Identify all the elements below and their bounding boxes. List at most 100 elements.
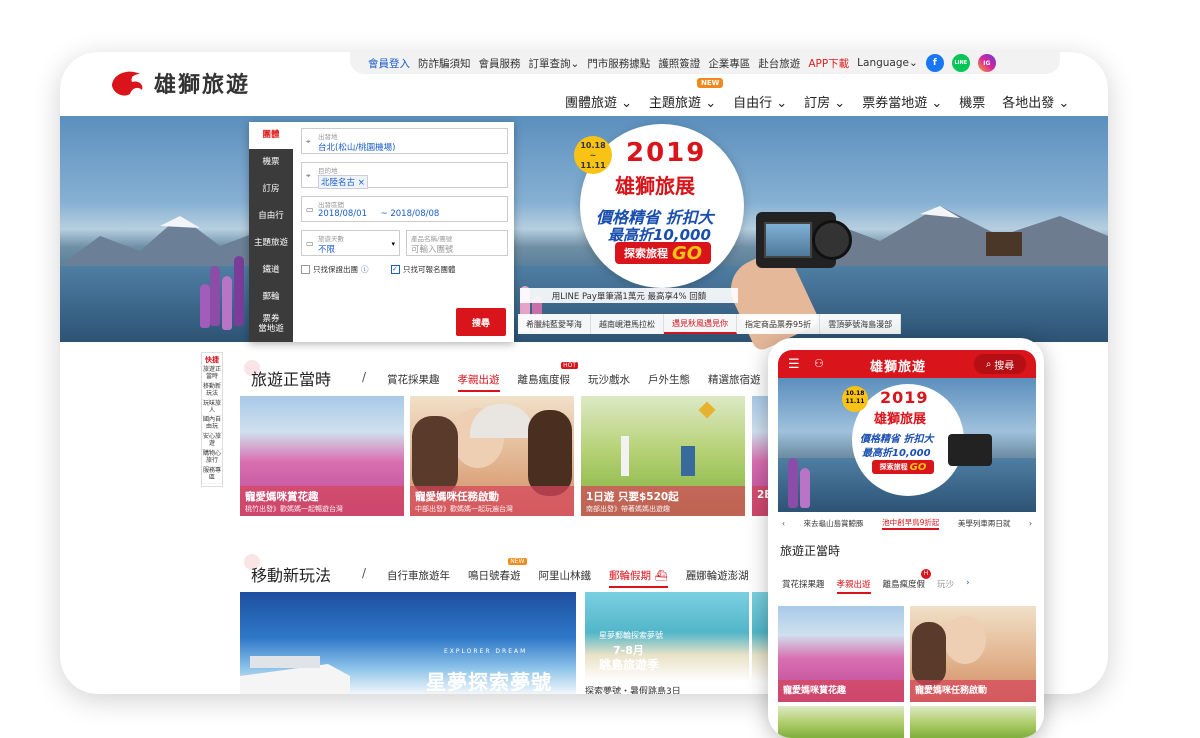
fraud-notice-link[interactable]: 防詐騙須知: [418, 56, 471, 71]
nav-tickets[interactable]: 票券當地遊 ⌄: [862, 92, 942, 111]
tab-group-tour[interactable]: 團體: [249, 122, 293, 149]
daughter: [912, 622, 946, 686]
quick-nav-item[interactable]: 移動新玩法: [202, 383, 222, 400]
nav-free-travel[interactable]: 自由行 ⌄: [733, 92, 787, 111]
tour-card[interactable]: 1日遊 只要$520起 南部出發》帶著媽媽出遊趣: [581, 396, 745, 516]
category-tab[interactable]: 孝親出遊: [457, 372, 500, 392]
beach-caption[interactable]: 探索夢號・暑假跳島3日: [585, 684, 681, 694]
origin-field[interactable]: ⌖ 出發地 台北(松山/桃園機場): [301, 128, 508, 154]
language-select[interactable]: Language⌄: [857, 57, 918, 69]
search-category-tabs: 團體 機票 訂房 自由行 主題旅遊 鐵道 郵輪 票券 當地遊: [249, 122, 293, 342]
category-tab[interactable]: 麗娜輪遊澎湖: [686, 568, 749, 588]
guaranteed-checkbox[interactable]: 只找保證出團 ⓘ: [301, 264, 369, 275]
line-icon[interactable]: LINE: [951, 54, 970, 72]
hero-tab[interactable]: 指定商品票券95折: [737, 314, 821, 334]
quick-nav-item[interactable]: 購物心旅行: [202, 450, 222, 467]
hero-tab[interactable]: 雲頂夢號海島漫部: [820, 314, 902, 334]
bookable-checkbox[interactable]: ✓ 只找可報名團體: [391, 264, 456, 275]
mobile-hero[interactable]: 10.18 11.11 2019 雄獅旅展 價格精省 折扣大 最高折10,000 …: [778, 378, 1036, 512]
nav-theme-tour[interactable]: NEW 主題旅遊 ⌄: [649, 78, 724, 111]
mobile-header: ☰ ⚇ 雄獅旅遊 ⌕ 搜尋: [778, 350, 1036, 378]
promo-year: 2019: [626, 138, 707, 168]
mobile-section-title: 旅遊正當時: [780, 544, 841, 558]
nav-group-tour[interactable]: 團體旅遊 ⌄: [565, 92, 632, 111]
tab-flights[interactable]: 機票: [249, 149, 293, 176]
hero-tab[interactable]: 美學列車兩日就: [958, 518, 1011, 529]
date-range-field[interactable]: ▭ 出發區間 2018/08/01 ~ 2018/08/08: [301, 196, 508, 222]
search-button[interactable]: 搜尋: [456, 308, 506, 336]
nav-flights[interactable]: 機票: [959, 92, 985, 111]
mobile-tour-card[interactable]: 寵愛媽咪任務啟動: [910, 606, 1036, 702]
destination-field[interactable]: ⌖ 目的地 北陸名古 ×: [301, 162, 508, 189]
hero-tab[interactable]: 遇見秋風遇見你: [664, 314, 737, 334]
site-logo[interactable]: 雄獅旅遊: [108, 66, 250, 100]
app-download-link[interactable]: APP下載: [808, 56, 849, 71]
nav-hotel[interactable]: 訂房 ⌄: [804, 92, 845, 111]
mobile-tour-card[interactable]: 寵愛媽咪賞花趣: [778, 606, 904, 702]
tab-hotel[interactable]: 訂房: [249, 176, 293, 203]
beach-banner[interactable]: 星夢郵輪探索夢號 7-8月 跳島旅遊季: [585, 592, 749, 682]
mobile-tour-card[interactable]: [778, 706, 904, 738]
member-login-link[interactable]: 會員登入: [368, 56, 410, 71]
category-tab[interactable]: NEW 鳴日號春遊: [468, 558, 527, 588]
quick-nav-item[interactable]: 安心旅遊: [202, 433, 222, 450]
cruise-ship-deck: [250, 656, 320, 668]
category-tab[interactable]: 阿里山林鐵: [539, 568, 592, 588]
mobile-category-tabs: 賞花採果趣 孝親出遊 H 離島瘋度假 玩沙 ›: [782, 569, 969, 594]
tour-card[interactable]: 寵愛媽咪賞花趣 桃竹出發》歡媽媽一起暢遊台灣: [240, 396, 404, 516]
mobile-go-button[interactable]: 探索旅程 GO: [872, 460, 934, 474]
store-location-link[interactable]: 門市服務據點: [587, 56, 650, 71]
tab-theme-tour[interactable]: 主題旅遊: [249, 230, 293, 257]
cruise-banner[interactable]: EXPLORER DREAM 星夢探索夢號: [240, 592, 576, 694]
beach-small-title: 星夢郵輪探索夢號: [599, 631, 663, 640]
product-name-input[interactable]: 產品名稱/團號 可輸入團號: [406, 230, 508, 256]
member-service-link[interactable]: 會員服務: [479, 56, 521, 71]
chevron-right-icon[interactable]: ›: [1029, 519, 1032, 528]
hero-tab[interactable]: 來去龜山島賞鯨豚: [804, 518, 864, 529]
category-tab[interactable]: 戶外生態: [648, 372, 690, 392]
category-tab[interactable]: H 離島瘋度假: [883, 569, 932, 594]
main-navigation: 團體旅遊 ⌄ NEW 主題旅遊 ⌄ 自由行 ⌄ 訂房 ⌄ 票券當地遊 ⌄ 機票 各…: [565, 78, 1069, 111]
category-tab[interactable]: HOT 離島瘋度假: [518, 362, 578, 392]
hero-tab[interactable]: 希臘純藍愛琴海: [518, 314, 591, 334]
mobile-search-button[interactable]: ⌕ 搜尋: [974, 354, 1026, 374]
enterprise-link[interactable]: 企業專區: [708, 56, 750, 71]
category-tab[interactable]: 郵輪假期 ⛴: [609, 568, 668, 588]
facebook-icon[interactable]: f: [925, 54, 944, 72]
quick-nav-item[interactable]: 旅遊正當時: [202, 366, 222, 383]
tab-rail[interactable]: 鐵道: [249, 257, 293, 284]
nav-departure-city[interactable]: 各地出發 ⌄: [1002, 92, 1069, 111]
quick-nav-item[interactable]: 國內自由玩: [202, 416, 222, 434]
quick-nav-item[interactable]: 玩味旅人: [202, 400, 222, 417]
quick-nav-item[interactable]: 服務專區: [202, 467, 222, 484]
mobile-tour-card[interactable]: [910, 706, 1036, 738]
linepay-banner[interactable]: 用LINE Pay單筆滿1萬元 最高享4% 回饋: [520, 288, 738, 303]
category-tab[interactable]: 自行車旅遊年: [387, 568, 450, 588]
tour-card[interactable]: 寵愛媽咪任務啟動 中部出發》歡媽媽一起玩遍台灣: [410, 396, 574, 516]
hamburger-menu-icon[interactable]: ☰: [788, 357, 800, 372]
chevron-left-icon[interactable]: ‹: [782, 519, 785, 528]
passport-visa-link[interactable]: 護照簽證: [658, 56, 700, 71]
category-tab[interactable]: 玩沙: [937, 578, 954, 594]
days-select[interactable]: ▭ 旅遊天數 不限 ▾: [301, 230, 400, 256]
category-tab[interactable]: 賞花採果趣: [782, 578, 825, 594]
category-tab[interactable]: 孝親出遊: [836, 578, 871, 594]
explore-go-button[interactable]: 探索旅程 GO: [615, 242, 711, 264]
mobile-brand-name[interactable]: 雄獅旅遊: [870, 356, 926, 375]
hero-tab[interactable]: 越南峴港馬拉松: [591, 314, 664, 334]
destination-tag[interactable]: 北陸名古 ×: [318, 175, 368, 189]
order-query-link[interactable]: 訂單查詢⌄: [529, 56, 580, 71]
hot-badge: HOT: [561, 362, 578, 369]
tab-cruise[interactable]: 郵輪: [249, 284, 293, 311]
tab-free-travel[interactable]: 自由行: [249, 203, 293, 230]
instagram-icon[interactable]: IG: [977, 54, 996, 72]
mobile-promo-line1: 價格精省 折扣大: [860, 434, 934, 445]
category-tab[interactable]: 精選旅宿遊: [708, 372, 761, 392]
tab-tickets[interactable]: 票券 當地遊: [249, 311, 293, 338]
category-tab[interactable]: 賞花採果趣: [387, 372, 440, 392]
user-icon[interactable]: ⚇: [814, 357, 824, 370]
taiwan-travel-link[interactable]: 赴台旅遊: [758, 56, 800, 71]
hero-tab[interactable]: 池中創早鳥9折起: [882, 517, 940, 530]
category-tab[interactable]: 玩沙戲水: [588, 372, 630, 392]
chevron-right-icon[interactable]: ›: [966, 578, 969, 594]
